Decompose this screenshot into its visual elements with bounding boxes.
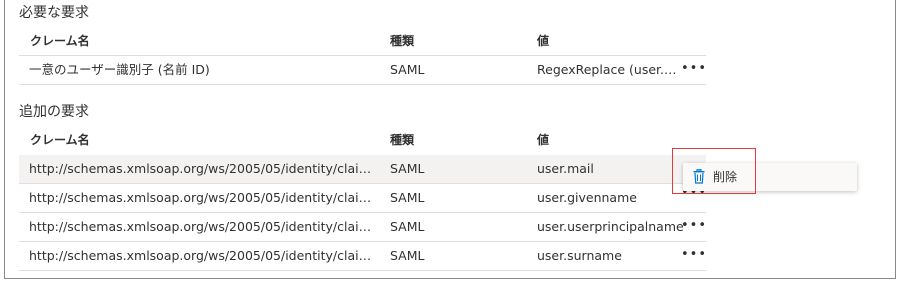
claim-value: user.givenname xyxy=(537,190,637,205)
more-options-button[interactable]: ••• xyxy=(681,56,706,82)
required-header-type: 種類 xyxy=(390,34,415,48)
additional-claims-table: http://schemas.xmlsoap.org/ws/2005/05/id… xyxy=(19,155,706,271)
claim-value: RegexReplace (user.u… xyxy=(537,62,677,77)
claim-value: user.surname xyxy=(537,248,622,263)
delete-menu-label: 削除 xyxy=(713,170,738,184)
table-row[interactable]: 一意のユーザー識別子 (名前 ID) SAML RegexReplace (us… xyxy=(19,56,706,85)
required-claims-table: 一意のユーザー識別子 (名前 ID) SAML RegexReplace (us… xyxy=(19,55,706,85)
table-row[interactable]: http://schemas.xmlsoap.org/ws/2005/05/id… xyxy=(19,155,706,184)
required-header-name: クレーム名 xyxy=(30,34,90,48)
claim-name: http://schemas.xmlsoap.org/ws/2005/05/id… xyxy=(29,190,379,205)
table-row[interactable]: http://schemas.xmlsoap.org/ws/2005/05/id… xyxy=(19,242,706,271)
claim-name: 一意のユーザー識別子 (名前 ID) xyxy=(29,62,210,77)
claim-name: http://schemas.xmlsoap.org/ws/2005/05/id… xyxy=(29,161,379,176)
claim-value: user.userprincipalname xyxy=(537,219,684,234)
additional-header-type: 種類 xyxy=(390,133,415,147)
claim-type: SAML xyxy=(390,161,425,176)
context-menu: 削除 xyxy=(683,163,857,191)
table-row[interactable]: http://schemas.xmlsoap.org/ws/2005/05/id… xyxy=(19,213,706,242)
trash-icon xyxy=(693,168,705,188)
additional-header-value: 値 xyxy=(537,133,550,147)
required-header-value: 値 xyxy=(537,34,550,48)
claim-name: http://schemas.xmlsoap.org/ws/2005/05/id… xyxy=(29,248,379,263)
additional-claims-title: 追加の要求 xyxy=(19,104,89,120)
claim-type: SAML xyxy=(390,62,425,77)
claim-type: SAML xyxy=(390,219,425,234)
more-options-button[interactable]: ••• xyxy=(681,242,706,268)
delete-menu-item[interactable]: 削除 xyxy=(683,163,857,191)
claim-type: SAML xyxy=(390,248,425,263)
claim-name: http://schemas.xmlsoap.org/ws/2005/05/id… xyxy=(29,219,379,234)
required-claims-title: 必要な要求 xyxy=(19,5,89,21)
claim-type: SAML xyxy=(390,190,425,205)
claim-value: user.mail xyxy=(537,161,594,176)
additional-header-name: クレーム名 xyxy=(30,133,90,147)
more-options-button[interactable]: ••• xyxy=(681,213,706,239)
table-row[interactable]: http://schemas.xmlsoap.org/ws/2005/05/id… xyxy=(19,184,706,213)
